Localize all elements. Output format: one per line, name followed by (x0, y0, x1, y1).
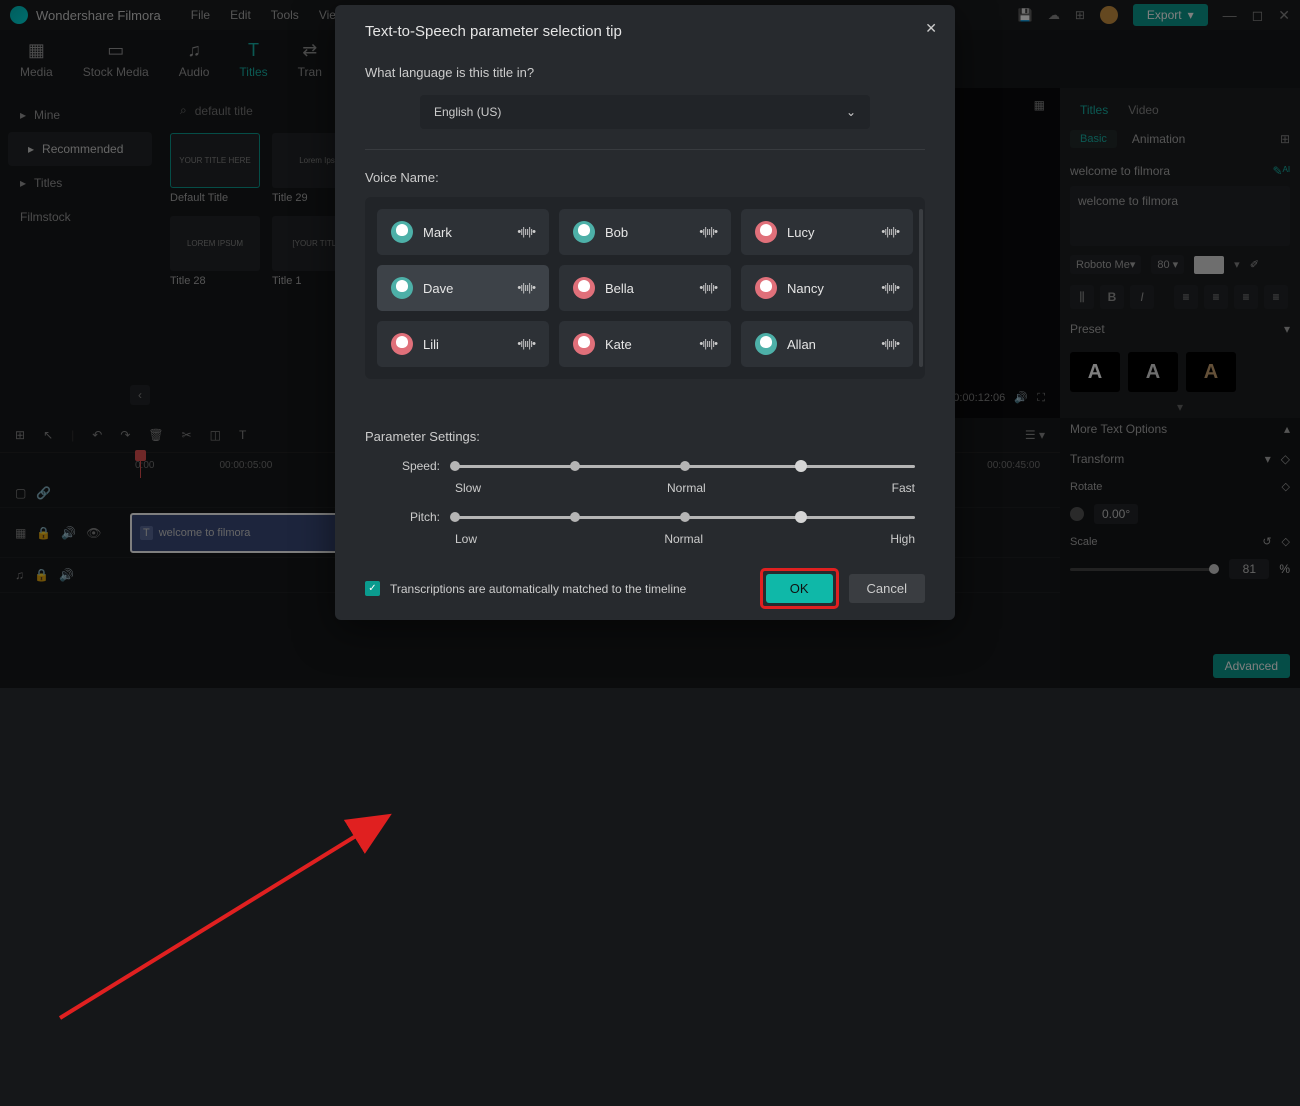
waveform-icon: •ı|ıı|ı• (699, 282, 717, 294)
avatar-icon (391, 221, 413, 243)
chevron-down-icon: ⌄ (846, 105, 856, 119)
ok-highlight-annotation: OK (760, 568, 839, 609)
transcription-checkbox-label: Transcriptions are automatically matched… (390, 582, 750, 596)
voice-name-label: Voice Name: (365, 170, 925, 185)
waveform-icon: •ı|ıı|ı• (699, 226, 717, 238)
avatar-icon (573, 333, 595, 355)
speed-slider[interactable] (455, 465, 915, 468)
waveform-icon: •ı|ıı|ı• (881, 282, 899, 294)
avatar-icon (755, 277, 777, 299)
voice-grid: Mark•ı|ıı|ı• Bob•ı|ıı|ı• Lucy•ı|ıı|ı• Da… (365, 197, 925, 379)
speed-label: Speed: (365, 459, 455, 473)
voice-dave[interactable]: Dave•ı|ıı|ı• (377, 265, 549, 311)
transcription-checkbox[interactable]: ✓ (365, 581, 380, 596)
waveform-icon: •ı|ıı|ı• (881, 338, 899, 350)
modal-title: Text-to-Speech parameter selection tip (365, 23, 925, 40)
waveform-icon: •ı|ıı|ı• (517, 226, 535, 238)
voice-bob[interactable]: Bob•ı|ıı|ı• (559, 209, 731, 255)
tts-modal: Text-to-Speech parameter selection tip ✕… (335, 5, 955, 620)
voice-mark[interactable]: Mark•ı|ıı|ı• (377, 209, 549, 255)
avatar-icon (573, 221, 595, 243)
voice-nancy[interactable]: Nancy•ı|ıı|ı• (741, 265, 913, 311)
avatar-icon (755, 221, 777, 243)
avatar-icon (755, 333, 777, 355)
parameter-settings-label: Parameter Settings: (365, 429, 925, 444)
voice-scrollbar[interactable] (919, 209, 923, 367)
waveform-icon: •ı|ıı|ı• (517, 338, 535, 350)
avatar-icon (391, 333, 413, 355)
avatar-icon (573, 277, 595, 299)
modal-close-button[interactable]: ✕ (925, 20, 937, 37)
pitch-label: Pitch: (365, 510, 455, 524)
language-question: What language is this title in? (365, 65, 925, 80)
avatar-icon (391, 277, 413, 299)
pitch-slider[interactable] (455, 516, 915, 519)
cancel-button[interactable]: Cancel (849, 574, 925, 603)
voice-allan[interactable]: Allan•ı|ıı|ı• (741, 321, 913, 367)
waveform-icon: •ı|ıı|ı• (699, 338, 717, 350)
voice-kate[interactable]: Kate•ı|ıı|ı• (559, 321, 731, 367)
voice-lucy[interactable]: Lucy•ı|ıı|ı• (741, 209, 913, 255)
waveform-icon: •ı|ıı|ı• (881, 226, 899, 238)
language-select[interactable]: English (US) ⌄ (420, 95, 870, 129)
voice-lili[interactable]: Lili•ı|ıı|ı• (377, 321, 549, 367)
voice-bella[interactable]: Bella•ı|ıı|ı• (559, 265, 731, 311)
waveform-icon: •ı|ıı|ı• (517, 282, 535, 294)
ok-button[interactable]: OK (766, 574, 833, 603)
